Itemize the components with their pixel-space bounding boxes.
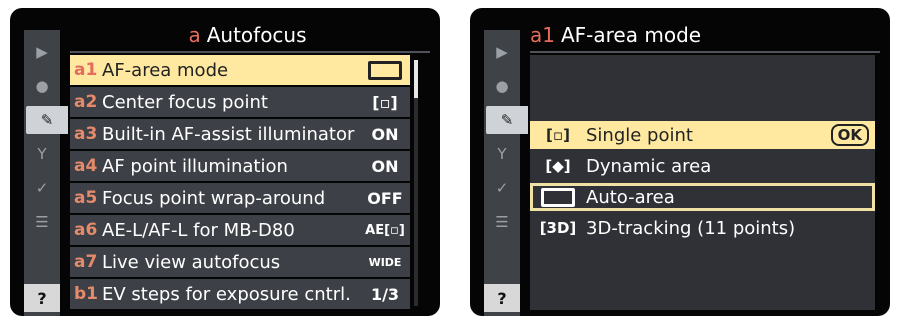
row-code: a6	[74, 220, 98, 240]
single-point-icon: [▫]	[546, 126, 570, 144]
row-label: AF point illumination	[102, 155, 288, 177]
camera-icon[interactable]: ●	[484, 72, 520, 100]
menu-row-af-area-mode[interactable]: a1 AF-area mode	[70, 55, 410, 85]
autofocus-menu-screen: ▶ ● ✎ Y ✓ ☰ ? a Autofocus a1 AF-area mod…	[10, 8, 440, 316]
row-code: a4	[74, 156, 98, 176]
row-code: a5	[74, 188, 98, 208]
row-value: ON	[371, 156, 399, 176]
title-divider	[70, 51, 430, 53]
title-prefix: a	[188, 23, 201, 47]
menu-row-af-point-illumination[interactable]: a4 AF point illumination ON	[70, 151, 410, 181]
scrollbar-thumb[interactable]	[414, 60, 418, 98]
autofocus-menu-list: a1 AF-area mode a2 Center focus point [▫…	[70, 55, 410, 311]
page-title: a1 AF-area mode	[530, 20, 880, 50]
row-code: a7	[74, 252, 98, 272]
menu-row-live-view-autofocus[interactable]: a7 Live view autofocus WIDE	[70, 247, 410, 277]
row-label: Live view autofocus	[102, 251, 281, 273]
option-label: Dynamic area	[586, 155, 712, 177]
row-label: Focus point wrap-around	[102, 187, 326, 209]
ok-badge: OK	[830, 124, 869, 146]
retouch-icon[interactable]: ✓	[24, 174, 60, 202]
3d-tracking-icon: [3D]	[539, 219, 577, 237]
option-auto-area[interactable]: Auto-area	[530, 183, 875, 211]
option-3d-tracking[interactable]: [3D] 3D-tracking (11 points)	[530, 214, 875, 242]
dynamic-area-icon: [◆]	[545, 157, 571, 175]
row-label: AF-area mode	[102, 59, 229, 81]
help-icon[interactable]: ?	[484, 284, 520, 312]
row-value: OFF	[367, 188, 403, 208]
play-icon[interactable]: ▶	[484, 38, 520, 66]
title-text: Autofocus	[206, 23, 307, 47]
my-menu-icon[interactable]: ☰	[484, 208, 520, 236]
menu-row-af-assist-illuminator[interactable]: a3 Built-in AF-assist illuminator ON	[70, 119, 410, 149]
row-code: a3	[74, 124, 98, 144]
row-label: Built-in AF-assist illuminator	[102, 123, 355, 145]
help-icon[interactable]: ?	[24, 284, 60, 312]
menu-row-ae-l-af-l[interactable]: a6 AE-L/AF-L for MB-D80 AE[▫]	[70, 215, 410, 245]
title-divider	[530, 51, 880, 53]
camera-icon[interactable]: ●	[24, 72, 60, 100]
option-label: Auto-area	[586, 186, 675, 208]
my-menu-icon[interactable]: ☰	[24, 208, 60, 236]
page-title: a Autofocus	[70, 20, 425, 50]
option-single-point[interactable]: [▫] Single point OK	[530, 121, 875, 149]
menu-row-ev-steps[interactable]: b1 EV steps for exposure cntrl. 1/3	[70, 279, 410, 309]
option-label: 3D-tracking (11 points)	[586, 217, 796, 239]
row-code: a1	[74, 60, 98, 80]
pencil-icon[interactable]: ✎	[26, 106, 68, 134]
row-value: ON	[371, 124, 399, 144]
auto-area-icon	[530, 187, 586, 207]
title-text: AF-area mode	[560, 23, 702, 47]
af-area-mode-screen: ▶ ● ✎ Y ✓ ☰ ? a1 AF-area mode [▫] Single…	[470, 8, 890, 316]
row-value: WIDE	[368, 255, 402, 269]
menu-row-center-focus-point[interactable]: a2 Center focus point [▫]	[70, 87, 410, 117]
option-dynamic-area[interactable]: [◆] Dynamic area	[530, 152, 875, 180]
row-value: AE[▫]	[365, 222, 405, 238]
row-label: Center focus point	[102, 91, 268, 113]
auto-area-icon	[360, 60, 410, 80]
menu-sidebar: ▶ ● ✎ Y ✓ ☰ ?	[484, 30, 528, 316]
row-label: EV steps for exposure cntrl.	[102, 283, 351, 305]
menu-row-focus-point-wrap-around[interactable]: a5 Focus point wrap-around OFF	[70, 183, 410, 213]
row-value: [▫]	[372, 92, 398, 112]
row-code: a2	[74, 92, 98, 112]
wrench-icon[interactable]: Y	[24, 140, 60, 168]
retouch-icon[interactable]: ✓	[484, 174, 520, 202]
play-icon[interactable]: ▶	[24, 38, 60, 66]
row-code: b1	[74, 284, 98, 304]
row-value: 1/3	[370, 284, 400, 304]
title-prefix: a1	[530, 23, 555, 47]
menu-sidebar: ▶ ● ✎ Y ✓ ☰ ?	[24, 30, 68, 316]
wrench-icon[interactable]: Y	[484, 140, 520, 168]
pencil-icon[interactable]: ✎	[486, 106, 528, 134]
row-label: AE-L/AF-L for MB-D80	[102, 219, 295, 241]
option-label: Single point	[586, 124, 693, 146]
